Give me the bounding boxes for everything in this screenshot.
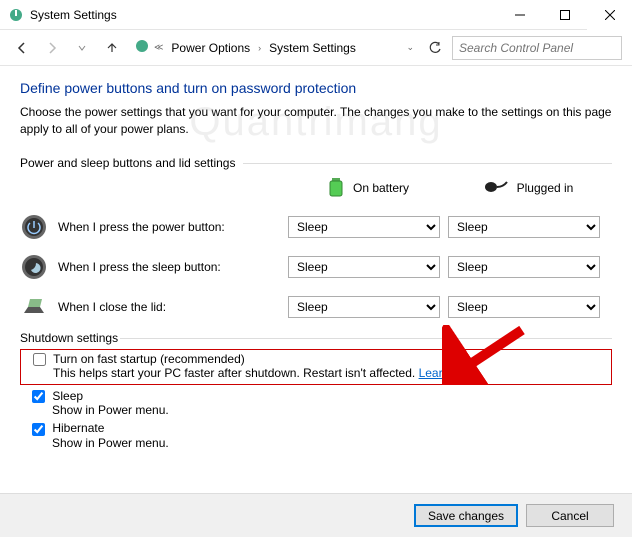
checkbox-label: Turn on fast startup (recommended) bbox=[53, 352, 245, 366]
section-label: Power and sleep buttons and lid settings bbox=[20, 156, 612, 170]
save-button[interactable]: Save changes bbox=[414, 504, 518, 527]
footer: Save changes Cancel bbox=[0, 493, 632, 537]
minimize-button[interactable] bbox=[497, 0, 542, 30]
page-heading: Define power buttons and turn on passwor… bbox=[20, 80, 612, 96]
dropdown-history[interactable] bbox=[70, 36, 94, 60]
close-button[interactable] bbox=[587, 0, 632, 30]
breadcrumb-item[interactable]: Power Options bbox=[167, 39, 254, 57]
sleep-row: Sleep Show in Power menu. bbox=[20, 389, 612, 417]
chevron-right-icon: › bbox=[258, 43, 261, 53]
hibernate-checkbox[interactable] bbox=[32, 423, 45, 436]
hibernate-row: Hibernate Show in Power menu. bbox=[20, 421, 612, 449]
section-label: Shutdown settings bbox=[20, 331, 612, 345]
cancel-button[interactable]: Cancel bbox=[526, 504, 614, 527]
power-button-icon bbox=[20, 213, 48, 241]
checkbox-description: This helps start your PC faster after sh… bbox=[33, 366, 605, 380]
window-title: System Settings bbox=[30, 8, 497, 22]
up-button[interactable] bbox=[100, 36, 124, 60]
row-label: When I close the lid: bbox=[58, 300, 288, 314]
learn-more-link[interactable]: Learn More bbox=[419, 366, 480, 380]
lid-plugged-select[interactable]: Sleep bbox=[448, 296, 600, 318]
forward-button[interactable] bbox=[40, 36, 64, 60]
fast-startup-row: Turn on fast startup (recommended) This … bbox=[20, 349, 612, 385]
breadcrumb-item[interactable]: System Settings bbox=[265, 39, 360, 57]
titlebar: System Settings bbox=[0, 0, 632, 30]
refresh-button[interactable] bbox=[424, 37, 446, 59]
sleep-button-icon bbox=[20, 253, 48, 281]
back-button[interactable] bbox=[10, 36, 34, 60]
lid-icon bbox=[20, 293, 48, 321]
power-plugged-select[interactable]: Sleep bbox=[448, 216, 600, 238]
checkbox-label: Sleep bbox=[52, 389, 83, 403]
sleep-plugged-select[interactable]: Sleep bbox=[448, 256, 600, 278]
row-label: When I press the power button: bbox=[58, 220, 288, 234]
column-header-battery: On battery bbox=[288, 176, 448, 201]
chevron-right-icon: ≪ bbox=[154, 42, 163, 53]
search-input[interactable] bbox=[452, 36, 622, 60]
power-battery-select[interactable]: Sleep bbox=[288, 216, 440, 238]
checkbox-description: Show in Power menu. bbox=[32, 403, 612, 417]
sleep-checkbox[interactable] bbox=[32, 390, 45, 403]
app-icon bbox=[8, 7, 24, 23]
lid-battery-select[interactable]: Sleep bbox=[288, 296, 440, 318]
page-description: Choose the power settings that you want … bbox=[20, 104, 612, 138]
plug-icon bbox=[483, 178, 509, 199]
maximize-button[interactable] bbox=[542, 0, 587, 30]
checkbox-label: Hibernate bbox=[52, 421, 104, 435]
sleep-battery-select[interactable]: Sleep bbox=[288, 256, 440, 278]
fast-startup-checkbox[interactable] bbox=[33, 353, 46, 366]
column-header-plugged: Plugged in bbox=[448, 178, 608, 199]
settings-grid: On battery Plugged in When I press the p… bbox=[20, 176, 612, 321]
chevron-down-icon[interactable]: ⌄ bbox=[406, 42, 414, 53]
address-bar[interactable]: ≪ Power Options › System Settings ⌄ bbox=[130, 36, 418, 60]
power-plan-icon bbox=[134, 38, 150, 57]
toolbar: ≪ Power Options › System Settings ⌄ bbox=[0, 30, 632, 66]
battery-icon bbox=[327, 176, 345, 201]
checkbox-description: Show in Power menu. bbox=[32, 436, 612, 450]
content-area: Define power buttons and turn on passwor… bbox=[0, 66, 632, 493]
row-label: When I press the sleep button: bbox=[58, 260, 288, 274]
